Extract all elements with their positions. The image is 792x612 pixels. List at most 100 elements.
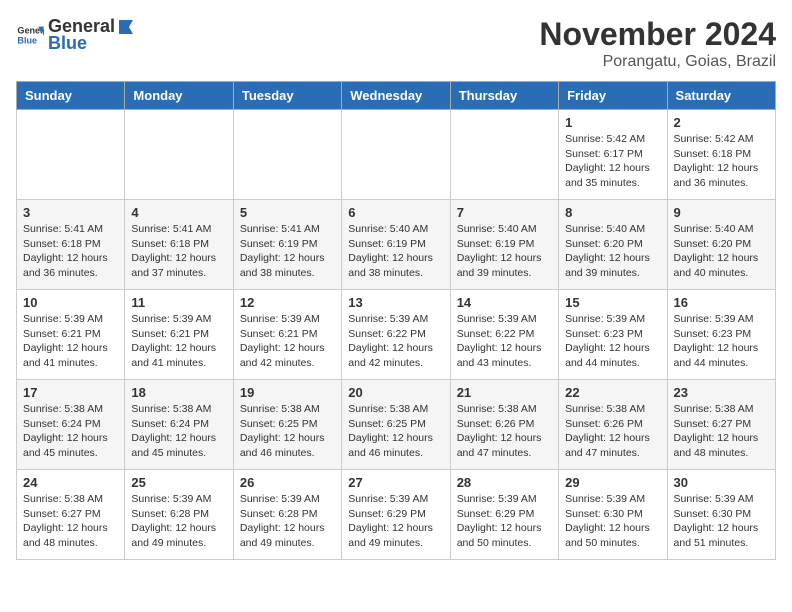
day-info: Sunrise: 5:39 AM Sunset: 6:28 PM Dayligh… — [240, 492, 335, 551]
calendar-cell — [17, 110, 125, 200]
day-number: 3 — [23, 205, 118, 220]
calendar-cell: 25 Sunrise: 5:39 AM Sunset: 6:28 PM Dayli… — [125, 470, 233, 560]
calendar-cell: 20 Sunrise: 5:38 AM Sunset: 6:25 PM Dayli… — [342, 380, 450, 470]
calendar-cell: 7 Sunrise: 5:40 AM Sunset: 6:19 PM Daylig… — [450, 200, 558, 290]
calendar-cell — [342, 110, 450, 200]
calendar-cell: 4Sunrise: 5:41 AM Sunset: 6:18 PM Daylig… — [125, 200, 233, 290]
calendar-week-row: 10 Sunrise: 5:39 AM Sunset: 6:21 PM Dayli… — [17, 290, 776, 380]
day-number: 19 — [240, 385, 335, 400]
day-number: 30 — [674, 475, 769, 490]
svg-text:Blue: Blue — [17, 35, 37, 45]
day-info: Sunrise: 5:38 AM Sunset: 6:26 PM Dayligh… — [565, 402, 660, 461]
weekday-header-saturday: Saturday — [667, 82, 775, 110]
day-info: Sunrise: 5:39 AM Sunset: 6:23 PM Dayligh… — [674, 312, 769, 371]
day-info: Sunrise: 5:38 AM Sunset: 6:27 PM Dayligh… — [674, 402, 769, 461]
day-number: 27 — [348, 475, 443, 490]
calendar-cell: 8 Sunrise: 5:40 AM Sunset: 6:20 PM Daylig… — [559, 200, 667, 290]
calendar-cell: 12 Sunrise: 5:39 AM Sunset: 6:21 PM Dayli… — [233, 290, 341, 380]
calendar-cell: 23 Sunrise: 5:38 AM Sunset: 6:27 PM Dayli… — [667, 380, 775, 470]
calendar-week-row: 17 Sunrise: 5:38 AM Sunset: 6:24 PM Dayli… — [17, 380, 776, 470]
day-info: Sunrise: 5:42 AM Sunset: 6:17 PM Dayligh… — [565, 132, 660, 191]
calendar-cell: 1 Sunrise: 5:42 AM Sunset: 6:17 PM Daylig… — [559, 110, 667, 200]
day-info: Sunrise: 5:38 AM Sunset: 6:25 PM Dayligh… — [240, 402, 335, 461]
day-info: Sunrise: 5:39 AM Sunset: 6:22 PM Dayligh… — [348, 312, 443, 371]
day-info: Sunrise: 5:40 AM Sunset: 6:19 PM Dayligh… — [457, 222, 552, 281]
calendar-cell: 10 Sunrise: 5:39 AM Sunset: 6:21 PM Dayli… — [17, 290, 125, 380]
day-info: Sunrise: 5:39 AM Sunset: 6:28 PM Dayligh… — [131, 492, 226, 551]
day-info: Sunrise: 5:40 AM Sunset: 6:20 PM Dayligh… — [674, 222, 769, 281]
calendar-week-row: 3Sunrise: 5:41 AM Sunset: 6:18 PM Daylig… — [17, 200, 776, 290]
day-number: 23 — [674, 385, 769, 400]
day-info: Sunrise: 5:39 AM Sunset: 6:22 PM Dayligh… — [457, 312, 552, 371]
day-info: Sunrise: 5:38 AM Sunset: 6:24 PM Dayligh… — [23, 402, 118, 461]
logo: General Blue General Blue — [16, 16, 135, 54]
day-number: 20 — [348, 385, 443, 400]
day-number: 21 — [457, 385, 552, 400]
page-header: General Blue General Blue November 2024 … — [16, 16, 776, 71]
calendar-cell: 9 Sunrise: 5:40 AM Sunset: 6:20 PM Daylig… — [667, 200, 775, 290]
day-number: 17 — [23, 385, 118, 400]
day-info: Sunrise: 5:41 AM Sunset: 6:19 PM Dayligh… — [240, 222, 335, 281]
day-number: 8 — [565, 205, 660, 220]
logo-flag-icon — [117, 18, 135, 36]
weekday-header-row: SundayMondayTuesdayWednesdayThursdayFrid… — [17, 82, 776, 110]
calendar-cell: 22 Sunrise: 5:38 AM Sunset: 6:26 PM Dayli… — [559, 380, 667, 470]
calendar-week-row: 1 Sunrise: 5:42 AM Sunset: 6:17 PM Daylig… — [17, 110, 776, 200]
day-info: Sunrise: 5:38 AM Sunset: 6:26 PM Dayligh… — [457, 402, 552, 461]
calendar-cell — [450, 110, 558, 200]
calendar-week-row: 24Sunrise: 5:38 AM Sunset: 6:27 PM Dayli… — [17, 470, 776, 560]
day-number: 14 — [457, 295, 552, 310]
day-number: 29 — [565, 475, 660, 490]
calendar-cell: 17 Sunrise: 5:38 AM Sunset: 6:24 PM Dayli… — [17, 380, 125, 470]
day-number: 12 — [240, 295, 335, 310]
calendar-cell: 24Sunrise: 5:38 AM Sunset: 6:27 PM Dayli… — [17, 470, 125, 560]
calendar-cell: 13Sunrise: 5:39 AM Sunset: 6:22 PM Dayli… — [342, 290, 450, 380]
day-number: 22 — [565, 385, 660, 400]
day-info: Sunrise: 5:38 AM Sunset: 6:25 PM Dayligh… — [348, 402, 443, 461]
calendar-table: SundayMondayTuesdayWednesdayThursdayFrid… — [16, 81, 776, 560]
day-info: Sunrise: 5:39 AM Sunset: 6:21 PM Dayligh… — [23, 312, 118, 371]
month-title: November 2024 — [539, 16, 776, 53]
day-info: Sunrise: 5:42 AM Sunset: 6:18 PM Dayligh… — [674, 132, 769, 191]
day-info: Sunrise: 5:39 AM Sunset: 6:30 PM Dayligh… — [674, 492, 769, 551]
day-number: 2 — [674, 115, 769, 130]
calendar-cell: 11 Sunrise: 5:39 AM Sunset: 6:21 PM Dayli… — [125, 290, 233, 380]
day-number: 15 — [565, 295, 660, 310]
day-number: 24 — [23, 475, 118, 490]
day-info: Sunrise: 5:39 AM Sunset: 6:29 PM Dayligh… — [348, 492, 443, 551]
day-info: Sunrise: 5:39 AM Sunset: 6:30 PM Dayligh… — [565, 492, 660, 551]
weekday-header-friday: Friday — [559, 82, 667, 110]
day-info: Sunrise: 5:39 AM Sunset: 6:21 PM Dayligh… — [240, 312, 335, 371]
logo-icon: General Blue — [16, 21, 44, 49]
day-number: 28 — [457, 475, 552, 490]
calendar-cell: 2 Sunrise: 5:42 AM Sunset: 6:18 PM Daylig… — [667, 110, 775, 200]
calendar-cell: 16 Sunrise: 5:39 AM Sunset: 6:23 PM Dayli… — [667, 290, 775, 380]
day-info: Sunrise: 5:40 AM Sunset: 6:20 PM Dayligh… — [565, 222, 660, 281]
location-subtitle: Porangatu, Goias, Brazil — [539, 53, 776, 71]
calendar-cell — [233, 110, 341, 200]
calendar-cell: 3Sunrise: 5:41 AM Sunset: 6:18 PM Daylig… — [17, 200, 125, 290]
day-number: 25 — [131, 475, 226, 490]
day-number: 11 — [131, 295, 226, 310]
calendar-cell: 19 Sunrise: 5:38 AM Sunset: 6:25 PM Dayli… — [233, 380, 341, 470]
calendar-cell: 6Sunrise: 5:40 AM Sunset: 6:19 PM Daylig… — [342, 200, 450, 290]
day-number: 18 — [131, 385, 226, 400]
day-number: 26 — [240, 475, 335, 490]
calendar-cell: 26 Sunrise: 5:39 AM Sunset: 6:28 PM Dayli… — [233, 470, 341, 560]
weekday-header-tuesday: Tuesday — [233, 82, 341, 110]
calendar-cell: 27 Sunrise: 5:39 AM Sunset: 6:29 PM Dayli… — [342, 470, 450, 560]
day-info: Sunrise: 5:39 AM Sunset: 6:21 PM Dayligh… — [131, 312, 226, 371]
title-area: November 2024 Porangatu, Goias, Brazil — [539, 16, 776, 71]
calendar-cell: 28Sunrise: 5:39 AM Sunset: 6:29 PM Dayli… — [450, 470, 558, 560]
day-number: 7 — [457, 205, 552, 220]
day-info: Sunrise: 5:40 AM Sunset: 6:19 PM Dayligh… — [348, 222, 443, 281]
weekday-header-wednesday: Wednesday — [342, 82, 450, 110]
day-number: 1 — [565, 115, 660, 130]
day-number: 9 — [674, 205, 769, 220]
day-info: Sunrise: 5:38 AM Sunset: 6:24 PM Dayligh… — [131, 402, 226, 461]
day-number: 10 — [23, 295, 118, 310]
day-number: 4 — [131, 205, 226, 220]
weekday-header-monday: Monday — [125, 82, 233, 110]
day-number: 16 — [674, 295, 769, 310]
calendar-cell: 29 Sunrise: 5:39 AM Sunset: 6:30 PM Dayli… — [559, 470, 667, 560]
